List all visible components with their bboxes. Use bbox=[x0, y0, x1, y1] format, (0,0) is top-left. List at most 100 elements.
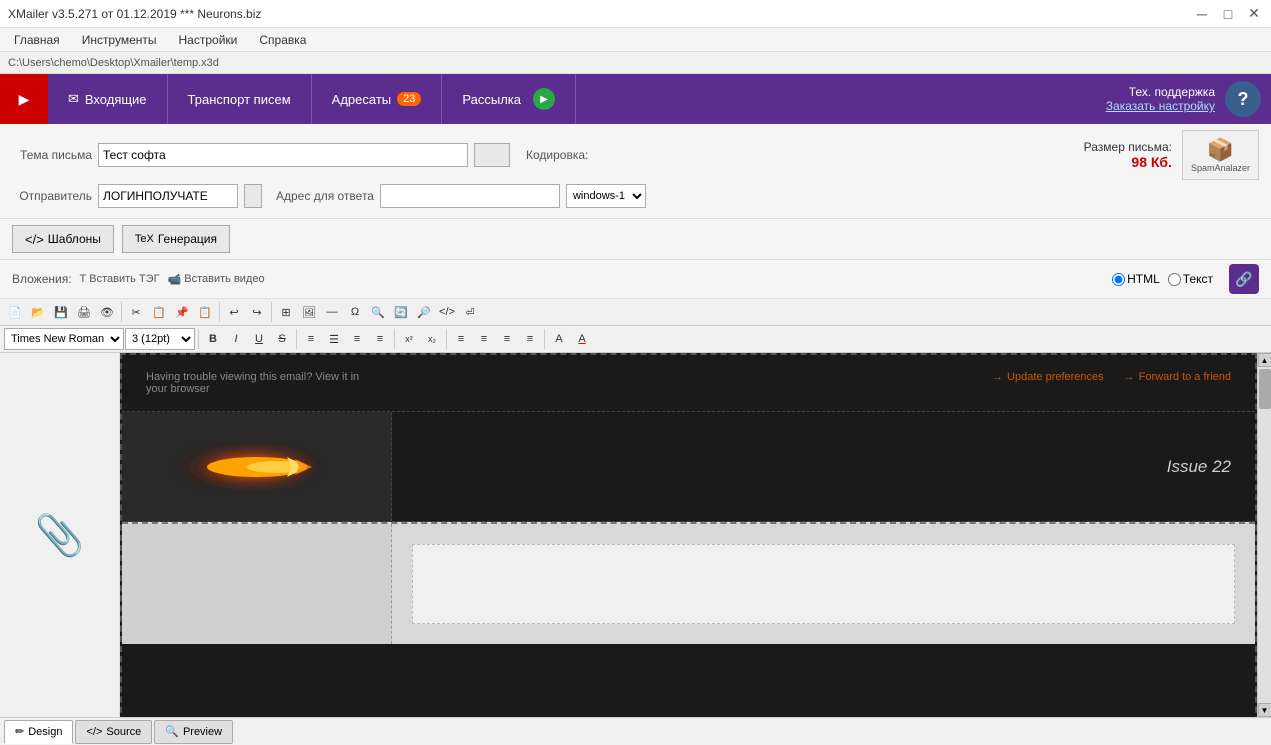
font-select[interactable]: Times New Roman bbox=[4, 328, 124, 350]
menu-help[interactable]: Справка bbox=[249, 31, 316, 49]
maximize-button[interactable]: □ bbox=[1219, 5, 1237, 23]
image-button[interactable]: 🖼 bbox=[298, 301, 320, 323]
scroll-down-button[interactable]: ▼ bbox=[1258, 703, 1271, 717]
underline-button[interactable]: U bbox=[248, 328, 270, 350]
size-value: 98 Кб. bbox=[1084, 154, 1172, 170]
superscript-button[interactable]: x² bbox=[398, 328, 420, 350]
list-indent-button[interactable]: ≡ bbox=[519, 328, 541, 350]
html-radio[interactable] bbox=[1112, 273, 1125, 286]
reply-label: Адрес для ответа bbox=[276, 189, 374, 203]
copy-button[interactable]: 📋 bbox=[148, 301, 170, 323]
justify-button[interactable]: ≡ bbox=[369, 328, 391, 350]
close-button[interactable]: ✕ bbox=[1245, 5, 1263, 23]
sender-extra-btn[interactable] bbox=[244, 184, 262, 208]
sender-input[interactable] bbox=[98, 184, 238, 208]
email-preview: Having trouble viewing this email? View … bbox=[120, 353, 1257, 717]
subscript-button[interactable]: x₂ bbox=[421, 328, 443, 350]
address-count: 23 bbox=[397, 92, 421, 106]
send-button[interactable]: Рассылка ▶ bbox=[442, 74, 576, 124]
encoding-label: Кодировка: bbox=[526, 148, 588, 162]
support-link[interactable]: Заказать настройку bbox=[1106, 99, 1215, 113]
html-radio-option[interactable]: HTML bbox=[1112, 272, 1160, 286]
list-outdent-button[interactable]: ≡ bbox=[496, 328, 518, 350]
hr-button[interactable]: — bbox=[321, 301, 343, 323]
path-bar: C:\Users\chemo\Desktop\Xmailer\temp.x3d bbox=[0, 52, 1271, 74]
forward-link[interactable]: → Forward to a friend bbox=[1124, 371, 1231, 383]
inbox-button[interactable]: ✉ Входящие bbox=[48, 74, 168, 124]
paste-special-button[interactable]: 📋 bbox=[194, 301, 216, 323]
scroll-up-button[interactable]: ▲ bbox=[1258, 353, 1271, 367]
code-button[interactable]: </> bbox=[436, 301, 458, 323]
ordered-list-button[interactable]: ≡ bbox=[473, 328, 495, 350]
addresses-button[interactable]: Адресаты 23 bbox=[312, 74, 443, 124]
align-center-button[interactable]: ☰ bbox=[323, 328, 345, 350]
encoding-select[interactable]: windows-1 bbox=[566, 184, 646, 208]
preview-tab[interactable]: 🔍 Preview bbox=[154, 720, 233, 744]
youtube-button[interactable] bbox=[0, 74, 48, 124]
size-select[interactable]: 3 (12pt) bbox=[125, 328, 195, 350]
logo-cell bbox=[122, 412, 392, 521]
text-radio[interactable] bbox=[1168, 273, 1181, 286]
minimize-button[interactable]: ─ bbox=[1193, 5, 1211, 23]
separator-5 bbox=[296, 329, 297, 349]
special-char-button[interactable]: Ω bbox=[344, 301, 366, 323]
file-path: C:\Users\chemo\Desktop\Xmailer\temp.x3d bbox=[8, 57, 219, 69]
editor-toolbar: 📄 📂 💾 🖨 👁 ✂ 📋 📌 📋 ↩ ↪ ⊞ 🖼 — Ω 🔍 🔄 🔎 </> … bbox=[0, 299, 1271, 326]
help-button[interactable]: ? bbox=[1225, 81, 1261, 117]
text-radio-option[interactable]: Текст bbox=[1168, 272, 1213, 286]
subject-label: Тема письма bbox=[12, 148, 92, 162]
menu-home[interactable]: Главная bbox=[4, 31, 70, 49]
font-color-button[interactable]: A bbox=[571, 328, 593, 350]
preview-button[interactable]: 👁 bbox=[96, 301, 118, 323]
clip-button[interactable]: 🔗 bbox=[1229, 264, 1259, 294]
print-button[interactable]: 🖨 bbox=[73, 301, 95, 323]
replace-button[interactable]: 🔄 bbox=[390, 301, 412, 323]
table-button[interactable]: ⊞ bbox=[275, 301, 297, 323]
align-right-button[interactable]: ≡ bbox=[346, 328, 368, 350]
zoom-button[interactable]: 🔎 bbox=[413, 301, 435, 323]
editor-section: 📄 📂 💾 🖨 👁 ✂ 📋 📌 📋 ↩ ↪ ⊞ 🖼 — Ω 🔍 🔄 🔎 </> … bbox=[0, 299, 1271, 745]
content-main-area[interactable] bbox=[412, 544, 1235, 624]
insert-video-label: Вставить видео bbox=[184, 273, 264, 285]
undo-button[interactable]: ↩ bbox=[223, 301, 245, 323]
paste-button[interactable]: 📌 bbox=[171, 301, 193, 323]
spam-analyzer-button[interactable]: 📦 SpamAnalazer bbox=[1182, 130, 1259, 180]
italic-button[interactable]: I bbox=[225, 328, 247, 350]
editor-body: 📎 Having trouble viewing this email? Vie… bbox=[0, 353, 1271, 717]
generation-button[interactable]: TeX Генерация bbox=[122, 225, 230, 253]
find-button[interactable]: 🔍 bbox=[367, 301, 389, 323]
align-left-button[interactable]: ≡ bbox=[300, 328, 322, 350]
save-button[interactable]: 💾 bbox=[50, 301, 72, 323]
spam-label: SpamAnalazer bbox=[1191, 163, 1250, 173]
inbox-label: Входящие bbox=[85, 92, 147, 107]
new-doc-button[interactable]: 📄 bbox=[4, 301, 26, 323]
menu-tools[interactable]: Инструменты bbox=[72, 31, 167, 49]
menu-settings[interactable]: Настройки bbox=[169, 31, 248, 49]
bold-button[interactable]: B bbox=[202, 328, 224, 350]
v-scrollbar-thumb[interactable] bbox=[1259, 369, 1271, 409]
cut-button[interactable]: ✂ bbox=[125, 301, 147, 323]
insert-video-button[interactable]: 📹 Вставить видео bbox=[168, 273, 265, 286]
attach-label: Вложения: bbox=[12, 272, 72, 286]
redo-button[interactable]: ↪ bbox=[246, 301, 268, 323]
strikethrough-button[interactable]: S bbox=[271, 328, 293, 350]
insert-tag-button[interactable]: T Вставить ТЭГ bbox=[80, 273, 160, 285]
separator-2 bbox=[219, 302, 220, 322]
transport-button[interactable]: Транспорт писем bbox=[168, 74, 312, 124]
source-tab[interactable]: </> Source bbox=[75, 720, 152, 744]
subject-extra-btn[interactable] bbox=[474, 143, 510, 167]
design-tab[interactable]: ✏ Design bbox=[4, 720, 73, 744]
email-header: Having trouble viewing this email? View … bbox=[122, 355, 1255, 412]
templates-button[interactable]: </> Шаблоны bbox=[12, 225, 114, 253]
subject-input[interactable] bbox=[98, 143, 468, 167]
editor-toolbar-2: Times New Roman 3 (12pt) B I U S ≡ ☰ ≡ ≡… bbox=[0, 326, 1271, 353]
editor-canvas[interactable]: Having trouble viewing this email? View … bbox=[120, 353, 1257, 717]
unordered-list-button[interactable]: ≡ bbox=[450, 328, 472, 350]
view-mode-group: HTML Текст bbox=[1112, 272, 1213, 286]
update-link[interactable]: → Update preferences bbox=[992, 371, 1104, 383]
open-button[interactable]: 📂 bbox=[27, 301, 49, 323]
highlight-button[interactable]: A bbox=[548, 328, 570, 350]
vertical-scrollbar[interactable]: ▲ ▼ bbox=[1257, 353, 1271, 717]
reply-input[interactable] bbox=[380, 184, 560, 208]
wrap-button[interactable]: ⏎ bbox=[459, 301, 481, 323]
